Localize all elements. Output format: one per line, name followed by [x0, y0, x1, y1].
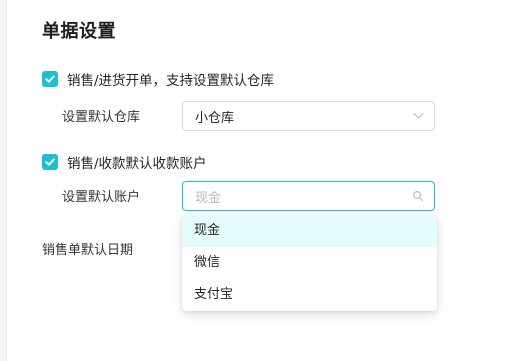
default-warehouse-label: 设置默认仓库: [62, 110, 141, 125]
warehouse-checkbox-label: 销售/进货开单，支持设置默认仓库: [67, 73, 275, 89]
default-date-label: 销售单默认日期: [42, 243, 134, 258]
chevron-down-icon: [413, 112, 424, 120]
warehouse-select-value: 小仓库: [195, 110, 235, 126]
check-icon: [45, 158, 55, 166]
account-search-select[interactable]: 现金: [182, 181, 435, 211]
dropdown-option-alipay[interactable]: 支付宝: [182, 279, 437, 311]
search-icon: [412, 190, 424, 202]
warehouse-setting-row[interactable]: 销售/进货开单，支持设置默认仓库: [42, 69, 274, 89]
account-dropdown-menu: 现金 微信 支付宝: [182, 215, 437, 311]
account-checkbox-label: 销售/收款默认收款账户: [67, 156, 207, 172]
default-account-label: 设置默认账户: [62, 190, 141, 205]
warehouse-checkbox[interactable]: [42, 71, 58, 87]
account-checkbox[interactable]: [42, 154, 58, 170]
warehouse-select[interactable]: 小仓库: [182, 101, 435, 131]
dropdown-option-cash[interactable]: 现金: [182, 215, 437, 247]
account-setting-row[interactable]: 销售/收款默认收款账户: [42, 152, 207, 172]
dropdown-option-wechat[interactable]: 微信: [182, 247, 437, 279]
left-panel-edge: [0, 0, 7, 361]
account-select-placeholder: 现金: [195, 190, 222, 206]
check-icon: [45, 75, 55, 83]
section-title: 单据设置: [42, 21, 116, 42]
